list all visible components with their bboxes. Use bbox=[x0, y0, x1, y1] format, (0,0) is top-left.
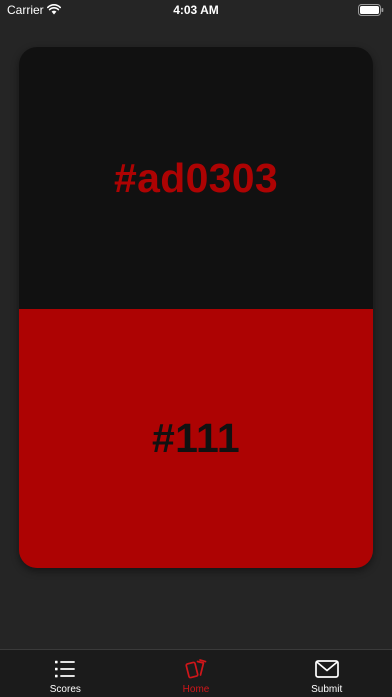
card-bottom-text: #111 bbox=[152, 415, 240, 461]
tab-scores[interactable]: Scores bbox=[0, 650, 131, 697]
card-bottom-half: #111 bbox=[19, 309, 373, 568]
tab-home-label: Home bbox=[182, 684, 210, 695]
tab-submit[interactable]: Submit bbox=[261, 650, 392, 697]
tab-submit-label: Submit bbox=[311, 684, 343, 695]
envelope-icon bbox=[314, 657, 340, 681]
tab-scores-label: Scores bbox=[49, 684, 81, 695]
card-top-half: #ad0303 bbox=[19, 47, 373, 309]
status-time: 4:03 AM bbox=[173, 3, 219, 17]
card-top-text: #ad0303 bbox=[114, 154, 278, 201]
status-bar: Carrier 4:03 AM bbox=[0, 0, 392, 22]
battery-icon bbox=[358, 4, 384, 16]
cards-icon bbox=[183, 657, 209, 681]
tab-home[interactable]: Home bbox=[131, 650, 262, 697]
list-icon bbox=[52, 657, 78, 681]
tab-bar: Scores Home Submit bbox=[0, 649, 392, 697]
color-card[interactable]: #ad0303 #111 bbox=[19, 47, 373, 568]
